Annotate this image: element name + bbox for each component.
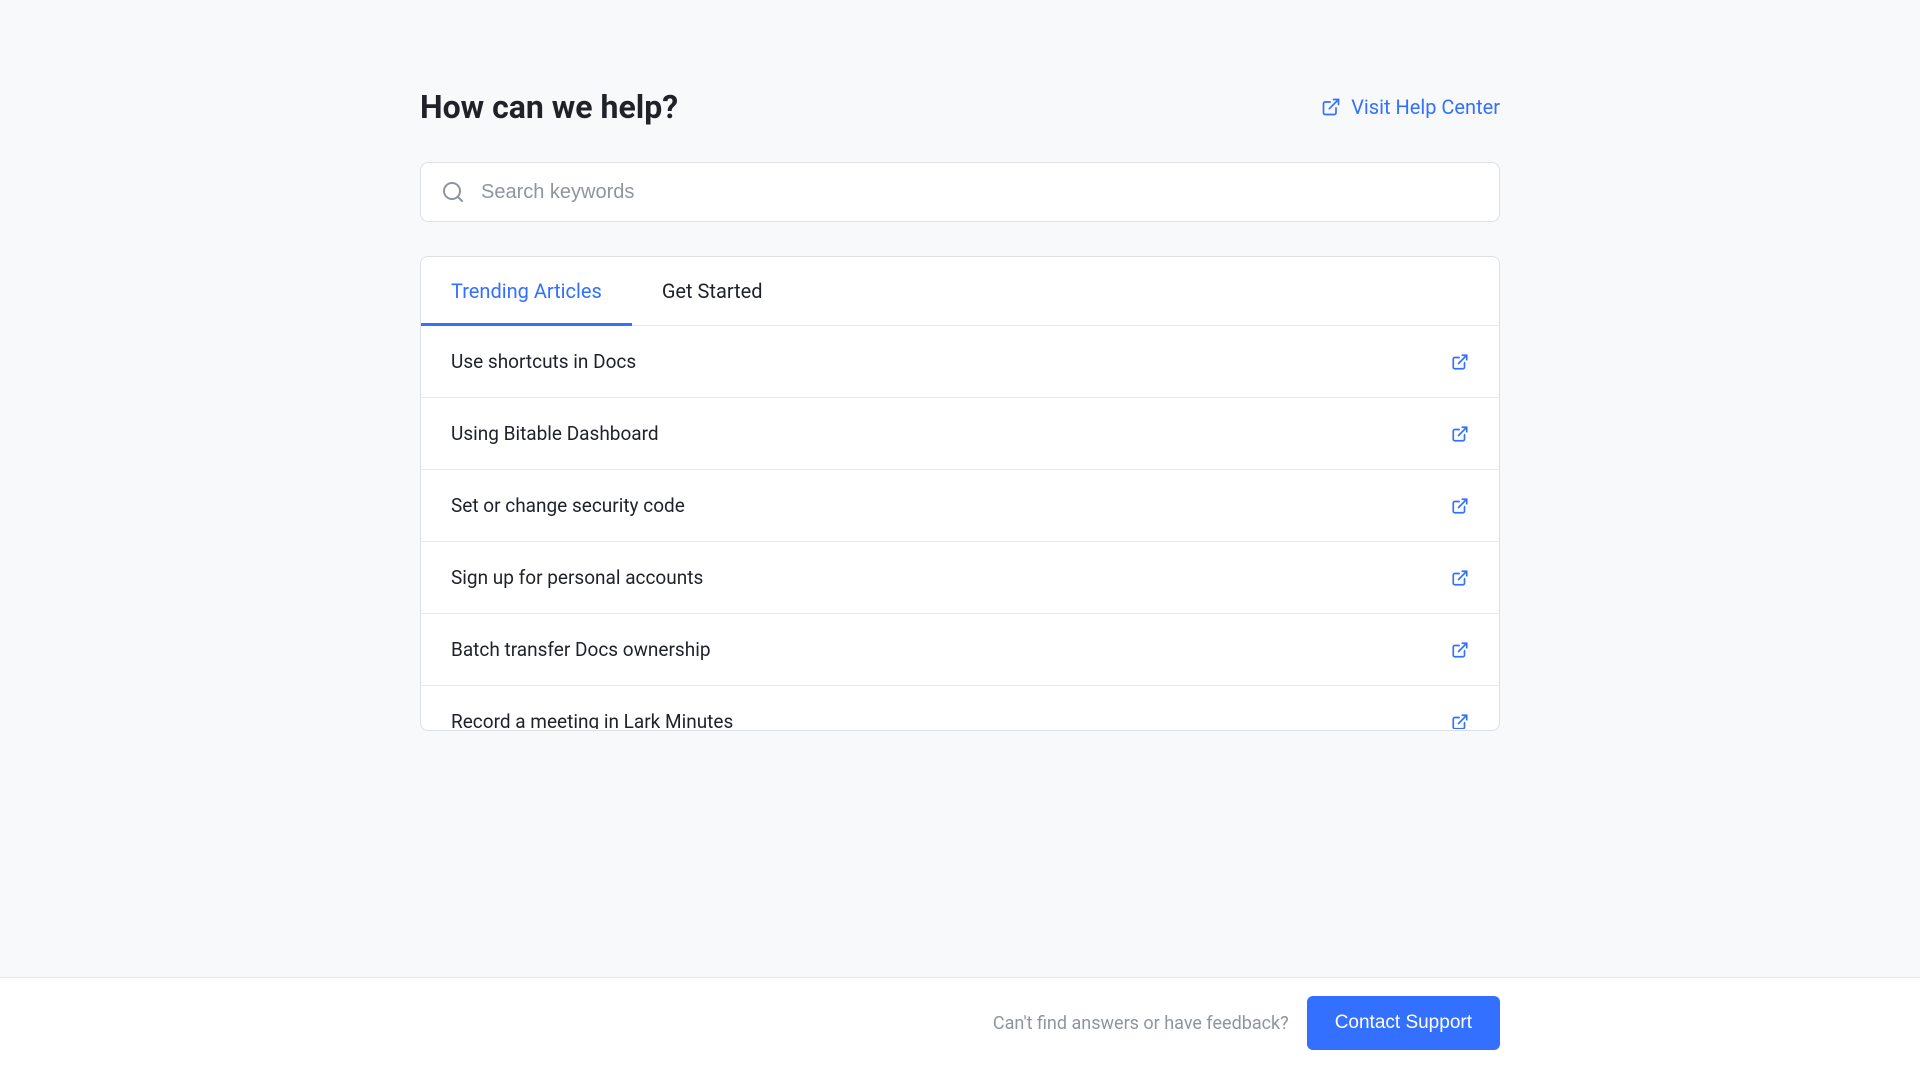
external-link-icon <box>1451 641 1469 659</box>
article-title: Batch transfer Docs ownership <box>451 638 711 661</box>
tabs: Trending Articles Get Started <box>421 257 1499 326</box>
external-link-icon <box>1451 569 1469 587</box>
header-row: How can we help? Visit Help Center <box>420 88 1500 126</box>
footer: Can't find answers or have feedback? Con… <box>0 977 1920 1068</box>
article-list[interactable]: Use shortcuts in Docs Using Bitable Dash… <box>421 326 1499 729</box>
contact-support-button[interactable]: Contact Support <box>1307 996 1500 1050</box>
search-box[interactable] <box>420 162 1500 222</box>
article-title: Use shortcuts in Docs <box>451 350 636 373</box>
article-title: Sign up for personal accounts <box>451 566 703 589</box>
articles-card: Trending Articles Get Started Use shortc… <box>420 256 1500 731</box>
external-link-icon <box>1451 497 1469 515</box>
tab-trending-articles[interactable]: Trending Articles <box>451 257 602 325</box>
page-title: How can we help? <box>420 88 678 126</box>
article-item[interactable]: Record a meeting in Lark Minutes <box>421 686 1499 729</box>
article-item[interactable]: Using Bitable Dashboard <box>421 398 1499 470</box>
article-title: Record a meeting in Lark Minutes <box>451 710 733 729</box>
search-input[interactable] <box>481 181 1479 204</box>
visit-help-center-link[interactable]: Visit Help Center <box>1321 95 1500 119</box>
external-link-icon <box>1451 353 1469 371</box>
external-link-icon <box>1321 97 1341 117</box>
article-item[interactable]: Set or change security code <box>421 470 1499 542</box>
article-title: Set or change security code <box>451 494 685 517</box>
article-item[interactable]: Sign up for personal accounts <box>421 542 1499 614</box>
external-link-icon <box>1451 425 1469 443</box>
tab-get-started[interactable]: Get Started <box>662 257 763 325</box>
article-title: Using Bitable Dashboard <box>451 422 659 445</box>
search-icon <box>441 180 465 204</box>
article-item[interactable]: Use shortcuts in Docs <box>421 326 1499 398</box>
help-center-label: Visit Help Center <box>1351 95 1500 119</box>
article-item[interactable]: Batch transfer Docs ownership <box>421 614 1499 686</box>
footer-prompt: Can't find answers or have feedback? <box>993 1013 1289 1034</box>
external-link-icon <box>1451 713 1469 730</box>
